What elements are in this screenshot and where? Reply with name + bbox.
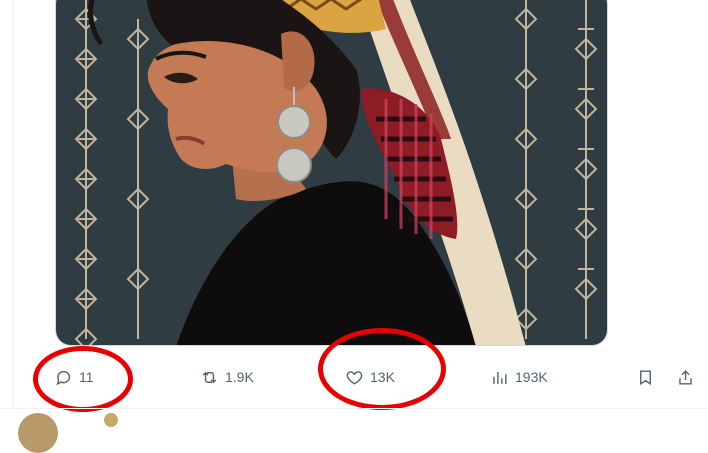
- bookmark-icon: [640, 369, 651, 385]
- reply-button[interactable]: 11: [54, 364, 94, 390]
- reply-count: 11: [79, 369, 94, 385]
- thread-divider: [13, 0, 14, 408]
- share-icon: [679, 369, 692, 385]
- views-count: 193K: [515, 369, 548, 385]
- reply-icon: [56, 370, 71, 385]
- like-count: 13K: [370, 369, 395, 385]
- like-button[interactable]: 13K: [345, 364, 395, 390]
- repost-count: 1.9K: [225, 369, 254, 385]
- views-button[interactable]: 193K: [490, 364, 548, 390]
- tweet-media-image[interactable]: [55, 0, 608, 346]
- tweet-action-bar: 11 1.9K 13K 193K: [40, 352, 708, 402]
- repost-icon: [202, 371, 217, 383]
- share-button[interactable]: [676, 364, 695, 390]
- next-tweet-badge-icon: [104, 413, 118, 427]
- heart-icon: [346, 370, 363, 385]
- views-icon: [493, 371, 507, 384]
- next-tweet-avatar[interactable]: [18, 413, 58, 453]
- repost-button[interactable]: 1.9K: [200, 364, 254, 390]
- tweet-divider: [0, 408, 708, 409]
- tweet: 11 1.9K 13K 193K: [0, 0, 708, 453]
- illustration-image: [56, 0, 607, 345]
- bookmark-button[interactable]: [636, 364, 655, 390]
